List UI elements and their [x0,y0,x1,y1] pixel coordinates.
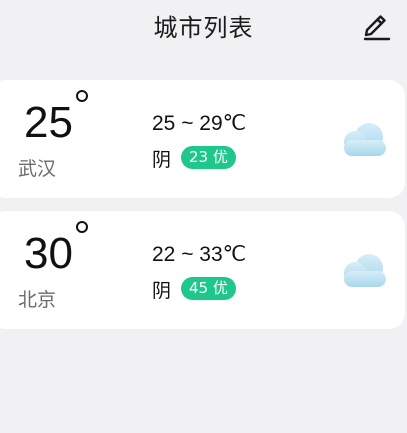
city-name: 武汉 [18,158,57,180]
current-temperature: 30 [24,229,73,278]
pencil-edit-icon [363,15,391,41]
header: 城市列表 [0,0,407,52]
current-temperature: 25 [24,98,73,147]
cloud-icon [344,123,386,156]
city-card-beijing[interactable]: 30 北京 22 ~ 33℃ 阴 45 优 [0,211,405,329]
air-quality-badge: 23 优 [181,146,236,169]
degree-symbol [76,90,88,102]
weather-condition: 阴 [152,280,172,302]
temperature-range: 22 ~ 33℃ [152,243,247,266]
temperature-range: 25 ~ 29℃ [152,112,247,135]
cloud-icon [344,254,386,287]
weather-condition: 阴 [152,149,172,171]
page-title: 城市列表 [153,14,254,42]
degree-symbol [76,221,88,233]
city-name: 北京 [18,289,57,311]
air-quality-badge: 45 优 [181,277,236,300]
edit-button[interactable] [358,6,394,42]
city-card-wuhan[interactable]: 25 武汉 25 ~ 29℃ 阴 23 优 [0,80,405,198]
